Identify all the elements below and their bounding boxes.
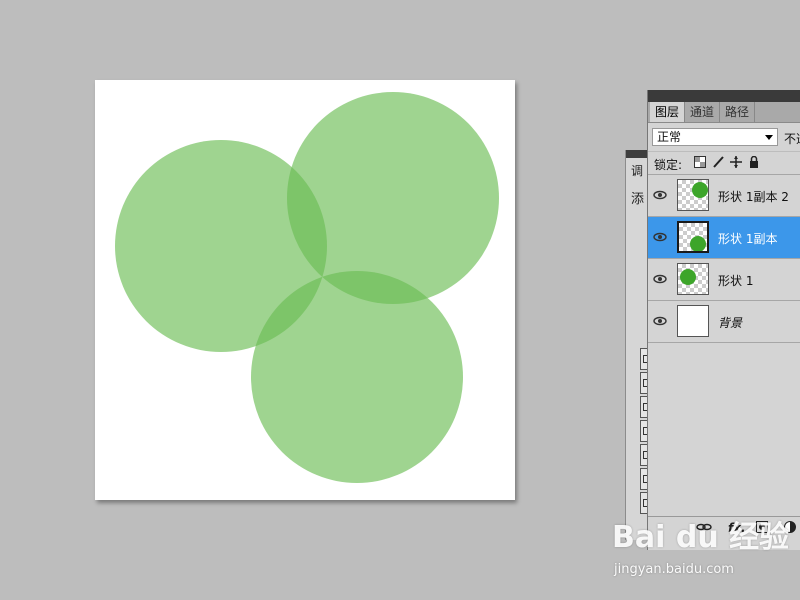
lock-paint-icon[interactable]	[712, 156, 724, 168]
layer-name[interactable]: 形状 1副本 2	[718, 188, 789, 205]
layer-name[interactable]: 形状 1副本	[718, 230, 777, 247]
layers-panel-tabs: 图层 通道 路径	[648, 102, 800, 123]
shape-thumbnail-dot	[680, 269, 696, 285]
tab-paths[interactable]: 路径	[720, 102, 756, 122]
lock-icons	[694, 155, 760, 168]
layer-thumbnail[interactable]	[677, 221, 709, 253]
layer-list: 形状 1副本 2 形状 1副本 形状 1 背景	[648, 174, 800, 483]
lock-all-icon[interactable]	[748, 155, 760, 168]
shape-thumbnail-dot	[692, 182, 708, 198]
eye-icon[interactable]	[652, 229, 668, 245]
circle-shape-1-copy-2[interactable]	[287, 92, 499, 304]
tab-layers[interactable]: 图层	[650, 102, 686, 122]
tab-channels[interactable]: 通道	[685, 102, 721, 122]
shape-thumbnail-dot	[690, 236, 706, 251]
lock-move-icon[interactable]	[730, 156, 742, 168]
eye-icon[interactable]	[652, 271, 668, 287]
adjustments-add-label: 添	[631, 192, 645, 207]
lock-transparent-icon[interactable]	[694, 156, 706, 168]
layer-name[interactable]: 形状 1	[718, 272, 753, 289]
layer-thumbnail[interactable]	[677, 305, 709, 337]
chevron-down-icon	[765, 135, 773, 140]
document-canvas[interactable]	[95, 80, 515, 500]
circle-shape-1-copy[interactable]	[251, 271, 463, 483]
layer-row-shape-1[interactable]: 形状 1	[648, 258, 800, 300]
lock-label: 锁定:	[654, 158, 683, 172]
adjustments-tab[interactable]: 调	[631, 162, 643, 179]
layer-row-shape-1-copy[interactable]: 形状 1副本	[648, 216, 800, 258]
eye-icon[interactable]	[652, 313, 668, 329]
layer-list-empty-area	[648, 342, 800, 483]
baidu-jingyan-watermark: Bai du 经验 jingyan.baidu.com	[612, 512, 792, 582]
lock-row: 锁定:	[648, 151, 800, 174]
canvas-artwork	[115, 92, 499, 483]
layer-name[interactable]: 背景	[718, 314, 742, 331]
layer-thumbnail[interactable]	[677, 179, 709, 211]
blend-row: 正常 不透	[648, 123, 800, 151]
blend-mode-select[interactable]: 正常	[652, 128, 778, 146]
opacity-label: 不透	[784, 132, 800, 146]
layers-panel: 图层 通道 路径 正常 不透 锁定:	[647, 90, 800, 550]
watermark-logo: Bai du 经验	[612, 520, 790, 555]
layer-row-background[interactable]: 背景	[648, 300, 800, 342]
layer-thumbnail[interactable]	[677, 263, 709, 295]
eye-icon[interactable]	[652, 187, 668, 203]
watermark-url: jingyan.baidu.com	[614, 562, 734, 577]
layer-row-shape-1-copy-2[interactable]: 形状 1副本 2	[648, 174, 800, 216]
blend-mode-value: 正常	[657, 130, 682, 144]
layers-panel-titlebar[interactable]	[648, 90, 800, 102]
